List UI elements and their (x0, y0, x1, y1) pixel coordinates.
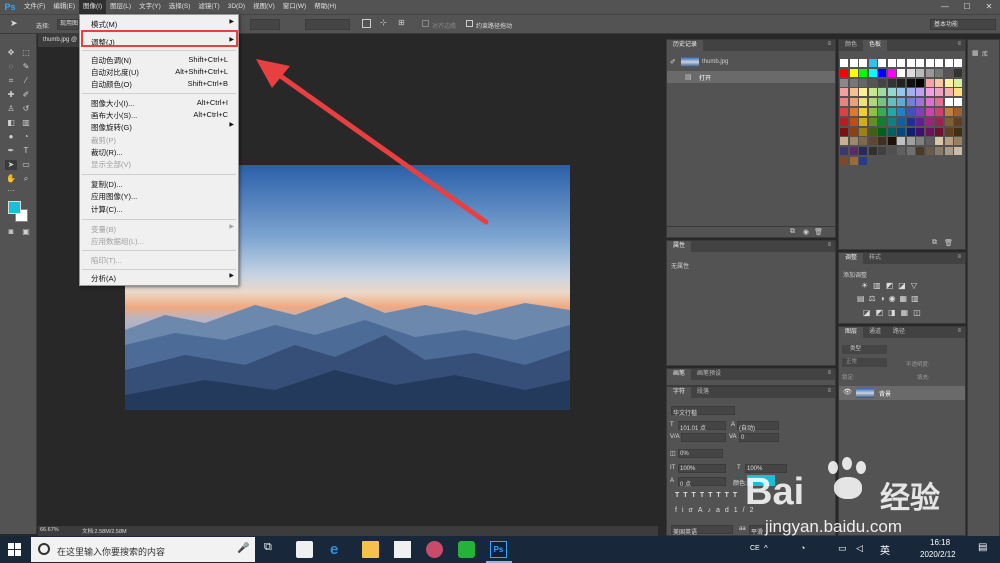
tray-app-icon[interactable]: ◔ (800, 543, 805, 553)
watermark-brand-cn: 经验 (880, 482, 940, 515)
search-placeholder: 在这里输入你要搜索的内容 (57, 547, 166, 557)
cortana-circle-icon (38, 543, 50, 555)
volume-icon[interactable]: ◁ (856, 543, 863, 554)
task-view-icon[interactable]: ⧉ (264, 541, 281, 558)
photoshop-window: Ps 文件(F) 编辑(E) 图像(I) 图层(L) 文字(Y) 选择(S) 滤… (0, 0, 1000, 563)
store-icon[interactable] (296, 541, 313, 558)
mail-icon[interactable] (394, 541, 411, 558)
clock-date[interactable]: 2020/2/12 (920, 550, 956, 559)
microphone-icon[interactable]: 🎤 (237, 543, 249, 554)
language-indicator[interactable]: 英 (880, 542, 890, 557)
edge-browser-icon[interactable]: e (330, 541, 347, 558)
baidu-watermark: Bai 经验 jingyan.baidu.com (745, 455, 995, 540)
network-icon[interactable]: ▭ (838, 543, 847, 554)
photoshop-taskbar-icon[interactable]: Ps (490, 541, 507, 558)
tray-chevron-icon[interactable]: ^ (764, 544, 768, 553)
app-icon[interactable] (426, 541, 443, 558)
windows-taskbar: 在这里输入你要搜索的内容 🎤 ⧉ e Ps CE ^ ◔ ▭ ◁ 英 16:18… (0, 536, 1000, 563)
watermark-brand: Bai (745, 471, 805, 513)
paw-logo-icon (820, 455, 880, 515)
file-explorer-icon[interactable] (362, 541, 379, 558)
ime-indicator[interactable]: CE (750, 545, 760, 552)
notification-icon[interactable]: ▤ (978, 542, 987, 553)
clock-time[interactable]: 16:18 (930, 538, 950, 547)
windows-start-icon[interactable] (8, 543, 21, 556)
wechat-icon[interactable] (458, 541, 475, 558)
watermark-url: jingyan.baidu.com (765, 517, 903, 536)
taskbar-search-box[interactable]: 在这里输入你要搜索的内容 🎤 (31, 537, 255, 562)
